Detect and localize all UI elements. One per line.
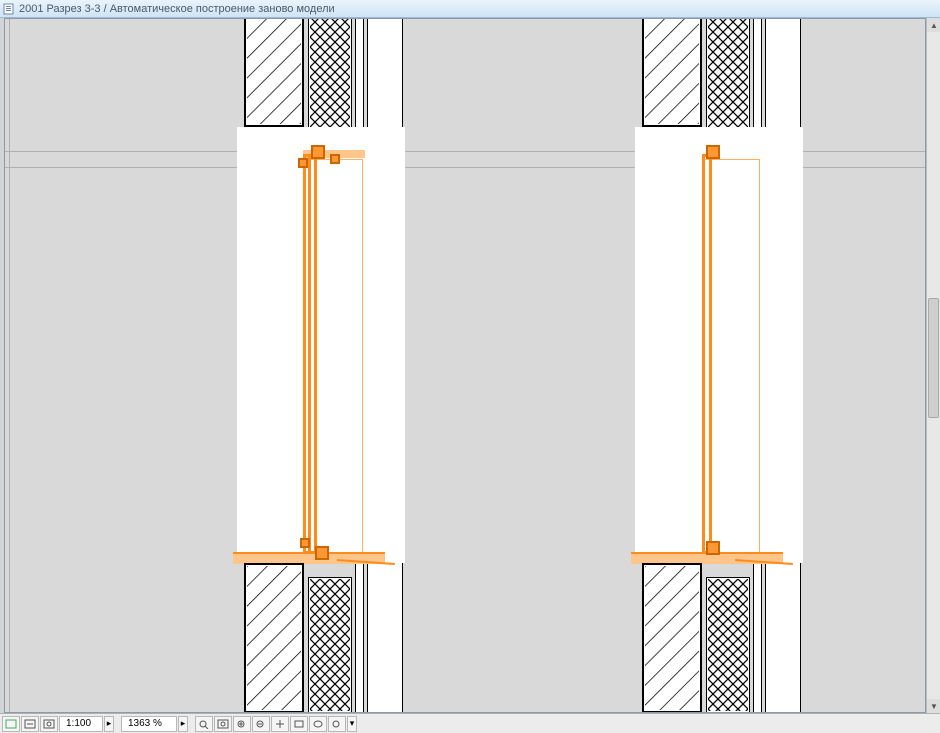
selection-handle[interactable]: [330, 154, 340, 164]
scroll-down-icon[interactable]: ▼: [927, 699, 940, 713]
scroll-thumb[interactable]: [928, 298, 939, 418]
vertical-scrollbar[interactable]: ▲ ▼: [926, 18, 940, 713]
doc-icon: [3, 3, 15, 15]
zoom-input[interactable]: 1363 %: [121, 716, 177, 732]
nav-icon[interactable]: [40, 716, 58, 732]
scroll-up-icon[interactable]: ▲: [927, 18, 940, 32]
drawing-canvas: [5, 19, 925, 712]
pan-icon[interactable]: [271, 716, 289, 732]
titlebar: 2001 Разрез 3-3 / Автоматическое построе…: [0, 0, 940, 18]
crosshatch-icon: [310, 18, 350, 141]
orbit-icon[interactable]: [309, 716, 327, 732]
selection-handle[interactable]: [706, 541, 720, 555]
zoom-in-icon[interactable]: [233, 716, 251, 732]
hatch45-icon: [247, 18, 301, 124]
prev-view-icon[interactable]: [290, 716, 308, 732]
window-title: 2001 Разрез 3-3 / Автоматическое построе…: [19, 3, 335, 15]
nav-icon[interactable]: [2, 716, 20, 732]
fit-icon[interactable]: [328, 716, 346, 732]
status-bar: 1:100 ▸ 1363 % ▸ ▾: [0, 713, 940, 733]
chevron-down-icon[interactable]: ▾: [347, 716, 357, 732]
hatch45-icon: [247, 566, 301, 710]
selection-handle[interactable]: [300, 538, 310, 548]
selection-handle[interactable]: [311, 145, 325, 159]
chevron-right-icon[interactable]: ▸: [104, 716, 114, 732]
selection-handle[interactable]: [706, 145, 720, 159]
crosshatch-icon: [310, 579, 350, 711]
chevron-right-icon[interactable]: ▸: [178, 716, 188, 732]
nav-icon[interactable]: [21, 716, 39, 732]
scale-input[interactable]: 1:100: [59, 716, 103, 732]
zoom-window-icon[interactable]: [214, 716, 232, 732]
zoom-extents-icon[interactable]: [195, 716, 213, 732]
selection-handle[interactable]: [298, 158, 308, 168]
selection-handle[interactable]: [315, 546, 329, 560]
zoom-out-icon[interactable]: [252, 716, 270, 732]
drawing-viewport[interactable]: [4, 18, 926, 713]
